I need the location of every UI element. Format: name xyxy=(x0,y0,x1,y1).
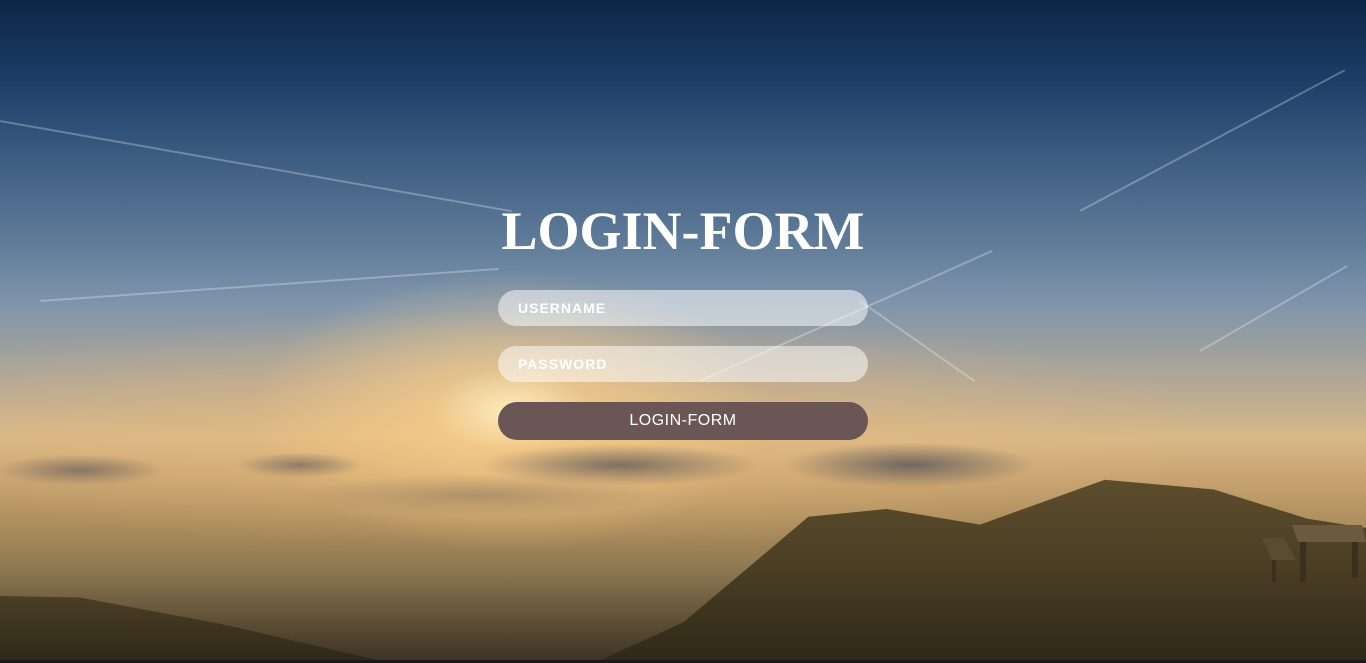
hill-left xyxy=(0,596,400,663)
login-form: LOGIN-FORM LOGIN-FORM xyxy=(498,196,868,440)
page-title: LOGIN-FORM xyxy=(501,201,865,261)
bench-silhouette xyxy=(1262,525,1366,582)
sky-cloud-streak xyxy=(1199,265,1348,352)
password-input[interactable] xyxy=(498,346,868,382)
sky-cloud-streak xyxy=(0,120,513,213)
login-button[interactable]: LOGIN-FORM xyxy=(498,402,868,440)
sky-cloud-streak xyxy=(859,300,976,383)
sky-cloud-streak xyxy=(39,267,499,302)
sky-cloud-streak xyxy=(1079,69,1346,212)
username-input[interactable] xyxy=(498,290,868,326)
